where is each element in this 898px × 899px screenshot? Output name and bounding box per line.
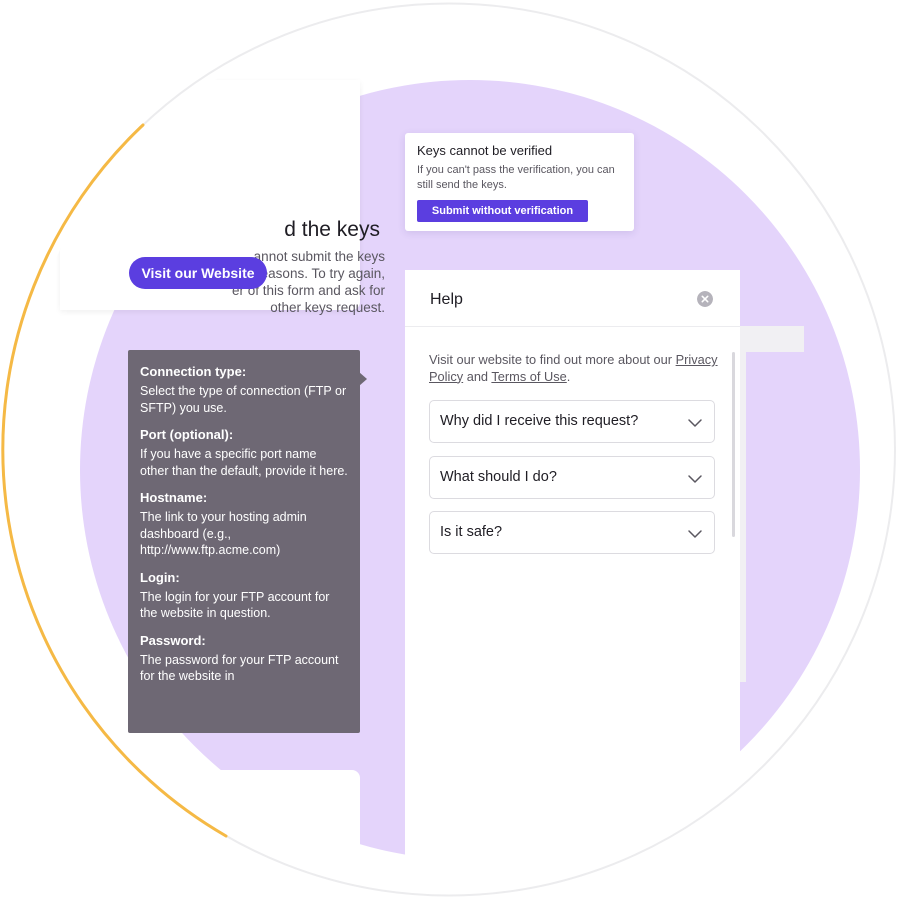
- help-intro: Visit our website to find out more about…: [429, 352, 719, 385]
- help-intro-text: Visit our website to find out more about…: [429, 352, 673, 367]
- close-icon[interactable]: [697, 291, 713, 307]
- verify-card-title: Keys cannot be verified: [417, 143, 553, 158]
- faq-item-is-it-safe[interactable]: Is it safe?: [429, 511, 715, 554]
- bottom-left-card: [200, 770, 360, 886]
- faq-question: Is it safe?: [440, 524, 503, 540]
- illustration-stage: d the keys annot submit the keys ty reas…: [0, 0, 898, 899]
- tooltip-heading: Password:: [140, 632, 206, 648]
- help-title: Help: [430, 291, 463, 308]
- faq-question: Why did I receive this request?: [440, 413, 639, 429]
- help-scrollbar[interactable]: [732, 352, 735, 537]
- help-panel-backdrop: [740, 326, 804, 352]
- tooltip-text: The link to your hosting admin dashboard…: [140, 510, 307, 557]
- keys-card-title: d the keys: [284, 218, 380, 241]
- visit-website-button[interactable]: Visit our Website: [129, 257, 267, 289]
- help-panel-backdrop-edge: [740, 352, 746, 682]
- circular-viewport: d the keys annot submit the keys ty reas…: [12, 12, 886, 886]
- faq-item-why-received[interactable]: Why did I receive this request?: [429, 400, 715, 443]
- tooltip-heading: Login:: [140, 569, 180, 585]
- tooltip-text: Select the type of connection (FTP or SF…: [140, 384, 347, 415]
- terms-of-use-link[interactable]: Terms of Use: [491, 369, 566, 384]
- tooltip-section: Login: The login for your FTP account fo…: [140, 570, 348, 622]
- chevron-down-icon: [688, 419, 702, 427]
- submit-without-verification-button[interactable]: Submit without verification: [417, 200, 588, 222]
- tooltip-heading: Port (optional):: [140, 427, 234, 442]
- tooltip-section: Password: The password for your FTP acco…: [140, 633, 348, 685]
- verify-card-text: If you can't pass the verification, you …: [417, 164, 615, 191]
- tooltip-text: The password for your FTP account for th…: [140, 652, 339, 684]
- chevron-down-icon: [688, 530, 702, 538]
- help-intro-period: .: [566, 368, 571, 384]
- tooltip-text: If you have a specific port name other t…: [140, 447, 348, 478]
- tooltip-section: Connection type: Select the type of conn…: [140, 364, 348, 416]
- tooltip-heading: Connection type:: [140, 364, 247, 379]
- tooltip-section: Port (optional): If you have a specific …: [140, 427, 348, 479]
- chevron-down-icon: [688, 475, 702, 483]
- faq-question: What should I do?: [440, 469, 557, 485]
- faq-item-what-to-do[interactable]: What should I do?: [429, 456, 715, 499]
- tooltip-section: Hostname: The link to your hosting admin…: [140, 490, 348, 559]
- help-intro-and: and: [466, 368, 489, 384]
- help-panel: Help Visit our website to find out more …: [405, 270, 740, 886]
- verify-card: Keys cannot be verified If you can't pas…: [405, 133, 634, 231]
- tooltip-pointer: [359, 372, 367, 386]
- connection-help-tooltip: Connection type: Select the type of conn…: [128, 350, 360, 733]
- help-header: Help: [405, 270, 740, 327]
- tooltip-heading: Hostname:: [140, 490, 208, 505]
- tooltip-text: The login for your FTP account for the w…: [140, 589, 330, 621]
